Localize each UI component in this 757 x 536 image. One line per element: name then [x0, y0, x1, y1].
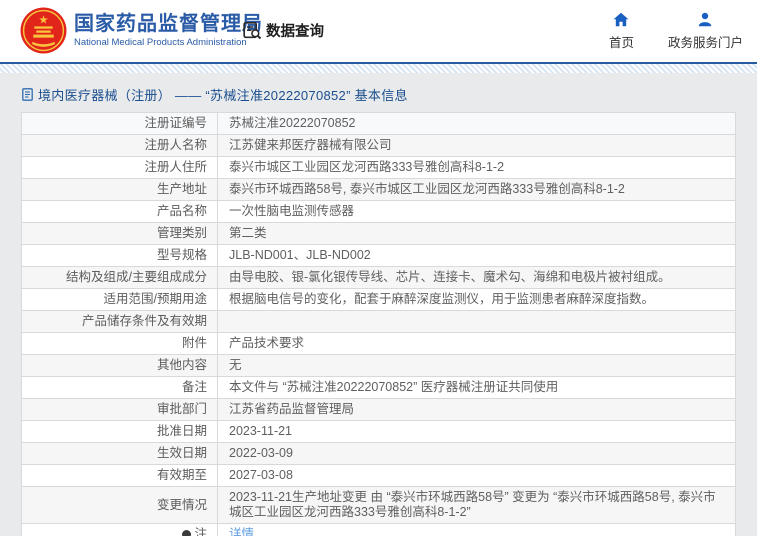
- table-row-change-history: 变更情况 2023-11-21生产地址变更 由 “泰兴市环城西路58号” 变更为…: [22, 487, 735, 524]
- row-value: [218, 311, 735, 332]
- row-value: 无: [229, 358, 242, 372]
- row-value: 详情: [218, 524, 735, 536]
- breadcrumb: 境内医疗器械（注册） —— “苏械注准20222070852” 基本信息: [22, 86, 736, 103]
- table-row: 有效期至 2027-03-08: [22, 465, 735, 487]
- table-row: 其他内容 无: [22, 355, 735, 377]
- main-content: 境内医疗器械（注册） —— “苏械注准20222070852” 基本信息 注册证…: [0, 73, 757, 536]
- row-value: 泰兴市城区工业园区龙河西路333号雅创高科8-1-2: [229, 160, 505, 174]
- row-value: 由导电胶、银-氯化银传导线、芯片、连接卡、魔术勾、海绵和电极片被衬组成。: [229, 270, 671, 284]
- data-query-label: 数据查询: [266, 24, 324, 40]
- table-row: 注册人住所 泰兴市城区工业园区龙河西路333号雅创高科8-1-2: [22, 157, 735, 179]
- row-value: 泰兴市环城西路58号, 泰兴市城区工业园区龙河西路333号雅创高科8-1-2: [229, 182, 625, 196]
- table-row: 生效日期 2022-03-09: [22, 443, 735, 465]
- details-link[interactable]: 详情: [229, 527, 254, 536]
- row-value: 苏械注准20222070852: [229, 116, 356, 130]
- registration-info-table: 注册证编号 苏械注准20222070852 注册人名称 江苏健来邦医疗器械有限公…: [21, 112, 736, 536]
- row-value: 2022-03-09: [229, 446, 293, 460]
- table-row: 适用范围/预期用途 根据脑电信号的变化，配套于麻醉深度监测仪，用于监测患者麻醉深…: [22, 289, 735, 311]
- table-row: 型号规格 JLB-ND001、JLB-ND002: [22, 245, 735, 267]
- svg-text:★: ★: [38, 14, 48, 26]
- user-icon: [699, 12, 712, 27]
- nav-home[interactable]: 首页: [609, 12, 634, 51]
- row-value: 2023-11-21生产地址变更 由 “泰兴市环城西路58号” 变更为 “泰兴市…: [229, 490, 716, 519]
- row-label: 注册证编号: [22, 113, 218, 134]
- row-label: 生产地址: [22, 179, 218, 200]
- row-value: 2027-03-08: [229, 468, 293, 482]
- table-row: 产品名称 一次性脑电监测传感器: [22, 201, 735, 223]
- row-label: 管理类别: [22, 223, 218, 244]
- row-value: 一次性脑电监测传感器: [229, 204, 355, 218]
- breadcrumb-text: 境内医疗器械（注册） —— “苏械注准20222070852” 基本信息: [38, 87, 408, 103]
- row-value: 根据脑电信号的变化，配套于麻醉深度监测仪，用于监测患者麻醉深度指数。: [229, 292, 655, 306]
- row-label: 适用范围/预期用途: [22, 289, 218, 310]
- table-row: 生产地址 泰兴市环城西路58号, 泰兴市城区工业园区龙河西路333号雅创高科8-…: [22, 179, 735, 201]
- nav-gov-portal-label: 政务服务门户: [667, 36, 743, 50]
- row-value: 2023-11-21: [229, 424, 293, 438]
- row-label: 注册人名称: [22, 135, 218, 156]
- row-label: 审批部门: [22, 399, 218, 420]
- table-row: 注册人名称 江苏健来邦医疗器械有限公司: [22, 135, 735, 157]
- site-title: 国家药品监督管理局: [74, 13, 263, 35]
- table-row: 审批部门 江苏省药品监督管理局: [22, 399, 735, 421]
- row-label: 附件: [22, 333, 218, 354]
- header-hatch-strip: [0, 64, 757, 73]
- note-icon: [180, 528, 194, 536]
- row-label: 其他内容: [22, 355, 218, 376]
- nav-gov-service-portal[interactable]: 政务服务门户: [668, 12, 743, 51]
- nav-home-label: 首页: [608, 36, 634, 50]
- national-emblem-icon: ★: [20, 7, 67, 54]
- row-label: 结构及组成/主要组成成分: [22, 267, 218, 288]
- table-row: 备注 本文件与 “苏械注准20222070852” 医疗器械注册证共同使用: [22, 377, 735, 399]
- row-label: 备注: [22, 377, 218, 398]
- table-row: 产品储存条件及有效期: [22, 311, 735, 333]
- document-search-icon: [243, 21, 262, 40]
- table-row: 结构及组成/主要组成成分 由导电胶、银-氯化银传导线、芯片、连接卡、魔术勾、海绵…: [22, 267, 735, 289]
- table-row: 附件 产品技术要求: [22, 333, 735, 355]
- note-label: 注: [194, 527, 207, 536]
- row-label: 注册人住所: [22, 157, 218, 178]
- document-icon: [22, 87, 33, 101]
- row-value: JLB-ND001、JLB-ND002: [229, 248, 371, 262]
- top-nav: 首页 政务服务门户: [609, 12, 743, 51]
- nmpa-logo[interactable]: ★ 国家药品监督管理局 National Medical Products Ad…: [20, 7, 263, 54]
- table-row-note: 注 详情: [22, 524, 735, 536]
- row-value: 产品技术要求: [229, 336, 305, 350]
- site-subtitle: National Medical Products Administration: [74, 37, 247, 48]
- row-label: 有效期至: [22, 465, 218, 486]
- home-icon: [614, 12, 629, 27]
- row-label: 型号规格: [22, 245, 218, 266]
- row-label: 注: [22, 524, 218, 536]
- row-value: 江苏省药品监督管理局: [229, 402, 355, 416]
- row-label: 变更情况: [22, 487, 218, 523]
- table-row: 注册证编号 苏械注准20222070852: [22, 113, 735, 135]
- header: ★ 国家药品监督管理局 National Medical Products Ad…: [0, 0, 757, 62]
- row-label: 产品名称: [22, 201, 218, 222]
- row-value: 江苏健来邦医疗器械有限公司: [229, 138, 392, 152]
- row-label: 生效日期: [22, 443, 218, 464]
- row-value: 本文件与 “苏械注准20222070852” 医疗器械注册证共同使用: [229, 380, 559, 394]
- table-row: 管理类别 第二类: [22, 223, 735, 245]
- row-label: 批准日期: [22, 421, 218, 442]
- table-row: 批准日期 2023-11-21: [22, 421, 735, 443]
- row-value: 第二类: [229, 226, 267, 240]
- data-query-button[interactable]: 数据查询: [243, 20, 324, 41]
- row-label: 产品储存条件及有效期: [22, 311, 218, 332]
